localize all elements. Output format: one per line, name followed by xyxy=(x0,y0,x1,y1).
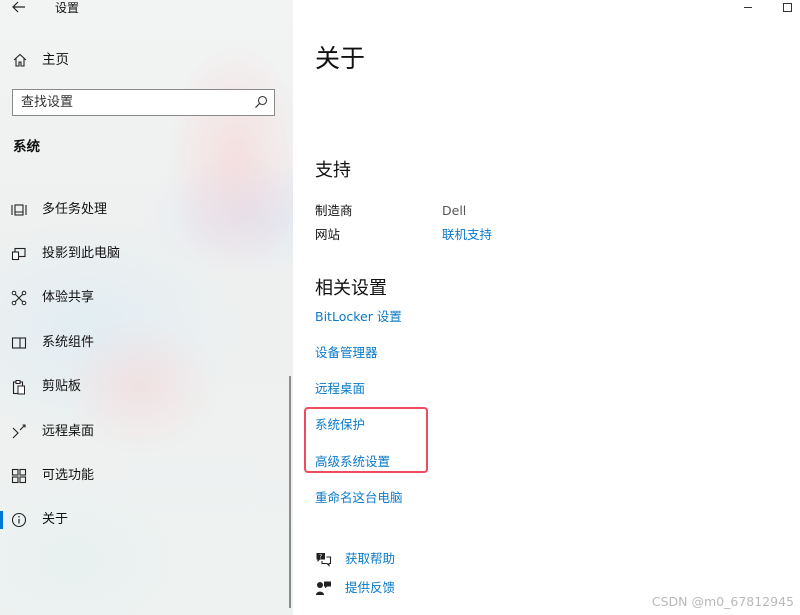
related-settings-heading: 相关设置 xyxy=(315,278,387,299)
search-input[interactable] xyxy=(21,93,241,111)
manufacturer-value: Dell xyxy=(442,203,467,218)
remote-desktop-icon xyxy=(12,424,26,439)
minimize-icon[interactable] xyxy=(744,7,752,8)
sidebar-item-about[interactable]: 关于 xyxy=(0,505,290,535)
optional-features-icon xyxy=(11,468,27,484)
home-icon xyxy=(13,53,27,67)
sidebar-item-label: 体验共享 xyxy=(42,290,95,305)
sidebar-item-home[interactable]: 主页 xyxy=(0,48,293,72)
remote-desktop-link[interactable]: 远程桌面 xyxy=(315,381,365,397)
help-chat-icon: ? xyxy=(316,553,332,567)
window-controls xyxy=(730,0,800,18)
system-components-icon xyxy=(11,337,27,349)
home-label: 主页 xyxy=(42,52,69,68)
main-content: 关于 支持 制造商 Dell 网站 联机支持 相关设置 BitLocker 设置… xyxy=(293,0,800,615)
sidebar-item-label: 系统组件 xyxy=(42,335,95,350)
sidebar-item-clipboard[interactable]: 剪贴板 xyxy=(0,372,290,402)
sidebar-item-remote-desktop[interactable]: 远程桌面 xyxy=(0,417,290,447)
sidebar-scrollbar[interactable] xyxy=(289,376,291,608)
feedback-icon xyxy=(316,581,331,595)
device-manager-link[interactable]: 设备管理器 xyxy=(315,345,378,361)
sidebar-item-label: 多任务处理 xyxy=(42,202,108,217)
sidebar-section-title: 系统 xyxy=(13,139,40,155)
shared-experiences-icon xyxy=(11,290,27,306)
sidebar-item-multitasking[interactable]: 多任务处理 xyxy=(0,195,290,225)
get-help-label: 获取帮助 xyxy=(345,551,396,566)
feedback-link[interactable]: 提供反馈 xyxy=(315,579,515,599)
annotation-highlight-box xyxy=(304,407,428,473)
sidebar-item-label: 可选功能 xyxy=(42,468,95,483)
svg-text:?: ? xyxy=(319,554,322,561)
multitasking-icon xyxy=(11,204,27,216)
get-help-link[interactable]: ? 获取帮助 xyxy=(315,550,515,570)
sidebar-item-label: 远程桌面 xyxy=(42,424,95,439)
bitlocker-settings-link[interactable]: BitLocker 设置 xyxy=(315,309,402,325)
back-arrow-icon xyxy=(12,1,25,13)
info-icon xyxy=(11,512,27,528)
sidebar-item-projection[interactable]: 投影到此电脑 xyxy=(0,239,290,269)
sidebar-item-shared-experiences[interactable]: 体验共享 xyxy=(0,283,290,313)
sidebar-item-optional-features[interactable]: 可选功能 xyxy=(0,461,290,491)
website-label: 网站 xyxy=(315,227,341,242)
maximize-icon[interactable] xyxy=(783,3,792,12)
clipboard-icon xyxy=(12,380,25,395)
manufacturer-label: 制造商 xyxy=(315,203,353,218)
sidebar-item-label: 关于 xyxy=(42,512,69,527)
online-support-link[interactable]: 联机支持 xyxy=(442,227,492,243)
rename-pc-link[interactable]: 重命名这台电脑 xyxy=(315,490,403,506)
feedback-label: 提供反馈 xyxy=(345,580,396,595)
search-box[interactable] xyxy=(12,89,275,116)
title-bar: 设置 xyxy=(0,0,293,18)
sidebar-item-label: 剪贴板 xyxy=(42,379,82,394)
watermark: CSDN @m0_67812945 xyxy=(651,594,794,609)
projection-icon xyxy=(11,247,26,261)
sidebar: 设置 主页 系统 多任务处理 投影到此电脑 xyxy=(0,0,293,615)
sidebar-item-label: 投影到此电脑 xyxy=(42,246,121,261)
support-heading: 支持 xyxy=(315,160,351,181)
back-button[interactable] xyxy=(8,0,30,17)
search-icon[interactable] xyxy=(254,95,268,109)
app-title: 设置 xyxy=(55,1,80,15)
page-title: 关于 xyxy=(315,44,366,73)
sidebar-item-system-components[interactable]: 系统组件 xyxy=(0,328,290,358)
active-indicator xyxy=(0,511,3,529)
